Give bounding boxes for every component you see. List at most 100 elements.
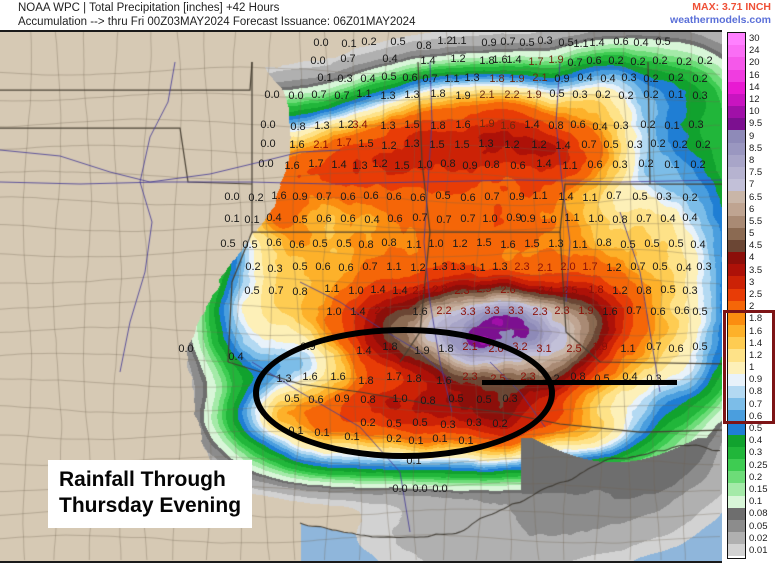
max-value-label: MAX: 3.71 INCH	[692, 1, 771, 13]
colorbar-swatch	[728, 118, 745, 131]
colorbar-tick-label: 3.5	[749, 264, 763, 276]
colorbar-tick-label: 1.8	[749, 313, 763, 325]
colorbar-tick-label: 0.01	[749, 544, 768, 556]
callout-textbox: Rainfall Through Thursday Evening	[48, 460, 253, 528]
colorbar-swatch	[728, 69, 745, 82]
source-watermark: weathermodels.com	[670, 14, 771, 26]
colorbar-tick-label: 0.3	[749, 447, 763, 459]
colorbar-tick-label: 16	[749, 69, 760, 81]
colorbar-tick-label: 0.1	[749, 496, 763, 508]
colorbar-tick-label: 0.15	[749, 483, 768, 495]
colorbar-tick-label: 10	[749, 106, 760, 118]
colorbar-swatch	[728, 215, 745, 228]
colorbar-swatch	[728, 446, 745, 460]
colorbar-tick-label: 0.2	[749, 471, 763, 483]
colorbar-tick-label: 12	[749, 94, 760, 106]
colorbar-tick-label: 1.2	[749, 349, 763, 361]
pointer-line	[482, 380, 677, 385]
colorbar-swatch	[728, 507, 745, 520]
colorbar-tick-label: 0.02	[749, 532, 768, 544]
colorbar-tick-label: 5	[749, 228, 755, 240]
colorbar-tick-label: 9.5	[749, 118, 763, 130]
colorbar-swatch	[728, 239, 745, 253]
colorbar-swatch	[728, 154, 745, 167]
colorbar-tick-label: 0.8	[749, 386, 763, 398]
colorbar-swatch	[728, 191, 745, 204]
header-bar: NOAA WPC | Total Precipitation [inches] …	[0, 0, 777, 30]
colorbar-swatch	[728, 410, 745, 423]
colorbar-swatch	[728, 106, 745, 119]
colorbar-swatch	[728, 93, 745, 107]
colorbar-swatch	[728, 385, 745, 399]
weather-map-screenshot: NOAA WPC | Total Precipitation [inches] …	[0, 0, 777, 568]
header-title-line1: NOAA WPC | Total Precipitation [inches] …	[18, 2, 280, 14]
colorbar-tick-label: 8	[749, 154, 755, 166]
colorbar-swatch	[728, 532, 745, 545]
colorbar-swatch	[728, 57, 745, 70]
colorbar-swatch	[728, 252, 745, 265]
colorbar-tick-label: 6	[749, 203, 755, 215]
colorbar-tick-label: 20	[749, 57, 760, 69]
colorbar-tick-label: 0.4	[749, 435, 763, 447]
colorbar-swatch	[728, 398, 745, 411]
colorbar-tick-label: 2	[749, 301, 755, 313]
colorbar-swatch	[728, 373, 745, 386]
colorbar-swatch	[728, 166, 745, 180]
colorbar-tick-label: 1	[749, 362, 755, 374]
colorbar-tick-label: 0.25	[749, 459, 768, 471]
colorbar-swatch	[728, 45, 745, 58]
colorbar-tick-label: 30	[749, 33, 760, 45]
colorbar-swatch	[728, 495, 745, 508]
colorbar-tick-label: 8.5	[749, 142, 763, 154]
colorbar-swatch	[728, 519, 745, 533]
colorbar-swatch	[728, 276, 745, 289]
colorbar-legend: 30 24 20 16 14 12 10 9.5 9 8.5 8 7.5 7 6.5 6 5.5 5 4.5 4 3.…	[722, 30, 777, 563]
colorbar-swatch	[728, 33, 745, 46]
colorbar-swatch	[728, 81, 745, 94]
colorbar-swatch	[728, 337, 745, 350]
colorbar-tick-label: 4.5	[749, 240, 763, 252]
colorbar-tick-label: 7.5	[749, 167, 763, 179]
colorbar-swatch	[728, 325, 745, 338]
colorbar-swatch	[728, 459, 745, 472]
colorbar-swatch	[728, 471, 745, 484]
colorbar-tick-label: 0.5	[749, 423, 763, 435]
colorbar-tick-label: 14	[749, 81, 760, 93]
colorbar-tick-label: 0.05	[749, 520, 768, 532]
colorbar-swatch	[728, 544, 745, 557]
colorbar-swatch	[728, 203, 745, 216]
precipitation-map[interactable]: 0.0 0.1 0.2 0.5 0.8 1.2 1.1 0.9 0.7 0.5 0.3 0.5 1.1 1…	[0, 30, 722, 563]
colorbar-swatch	[728, 300, 745, 313]
colorbar-swatch	[728, 179, 745, 192]
colorbar-swatch	[728, 483, 745, 496]
colorbar-tick-label: 9	[749, 130, 755, 142]
colorbar-tick-label: 4	[749, 252, 755, 264]
colorbar-tick-label: 6.5	[749, 191, 763, 203]
colorbar-swatch	[728, 130, 745, 143]
colorbar-swatch	[728, 349, 745, 362]
colorbar-swatch	[728, 361, 745, 374]
colorbar-tick-label: 5.5	[749, 215, 763, 227]
colorbar-tick-label: 1.6	[749, 325, 763, 337]
colorbar-swatch	[728, 142, 745, 155]
colorbar-swatch	[728, 422, 745, 435]
colorbar-swatch	[728, 227, 745, 240]
header-title-line2: Accumulation --> thru Fri 00Z03MAY2024 F…	[18, 16, 416, 28]
colorbar-tick-label: 3	[749, 276, 755, 288]
colorbar-swatch	[728, 434, 745, 447]
callout-line-1: Rainfall Through	[59, 468, 226, 491]
colorbar-swatch	[728, 264, 745, 277]
colorbar-swatch	[728, 312, 745, 326]
colorbar-tick-label: 0.6	[749, 410, 763, 422]
colorbar-labels: 30 24 20 16 14 12 10 9.5 9 8.5 8 7.5 7 6.5 6 5.5 5 4.5 4 3.…	[749, 30, 777, 561]
colorbar-tick-label: 0.9	[749, 374, 763, 386]
colorbar-strip	[727, 32, 746, 559]
colorbar-tick-label: 24	[749, 45, 760, 57]
callout-line-2: Thursday Evening	[59, 494, 242, 517]
colorbar-tick-label: 7	[749, 179, 755, 191]
colorbar-tick-label: 2.5	[749, 289, 763, 300]
colorbar-tick-label: 0.08	[749, 508, 768, 520]
colorbar-tick-label: 0.7	[749, 398, 763, 410]
colorbar-swatch	[728, 288, 745, 301]
colorbar-tick-label: 1.4	[749, 337, 763, 349]
